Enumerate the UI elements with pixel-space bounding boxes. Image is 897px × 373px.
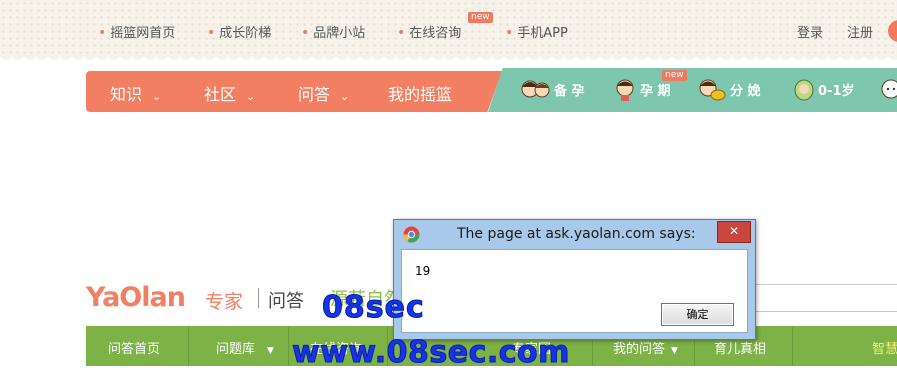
bullet-dot-icon: •: [207, 25, 216, 41]
login-link[interactable]: 登录: [797, 22, 823, 41]
caret-down-icon: ▼: [671, 346, 678, 356]
toplink-brand[interactable]: • 品牌小站: [301, 22, 365, 41]
mother-baby-icon: [699, 79, 726, 101]
toplink-consult[interactable]: • 在线咨询: [397, 22, 461, 41]
logo-subtitle: 专家: [205, 291, 244, 313]
toplink-app[interactable]: • 手机APP: [505, 22, 568, 41]
chevron-down-icon: ⌄: [340, 90, 350, 103]
alert-dialog: The page at ask.yaolan.com says: ✕ 19 确定: [393, 219, 756, 340]
stage-pregnancy[interactable]: 孕 期: [640, 80, 671, 99]
dialog-body: 19 确定: [401, 249, 748, 333]
divider: [792, 326, 793, 366]
watermark-logo: 08sec: [322, 290, 425, 326]
stage-prep[interactable]: 备 孕: [554, 80, 585, 99]
new-badge: new: [468, 12, 493, 23]
baby-face-icon: [794, 79, 814, 101]
watermark-url: www.08sec.com: [292, 335, 570, 371]
chrome-icon: [403, 226, 420, 243]
logo-divider: [258, 288, 259, 308]
nav-item-label: 我的摇篮: [388, 85, 453, 104]
dialog-title: The page at ask.yaolan.com says:: [457, 226, 696, 242]
search-input[interactable]: [754, 284, 897, 312]
nav-item-community[interactable]: 社区 ⌄: [204, 81, 255, 105]
subnav-item-library[interactable]: 问题库 ▼: [216, 338, 274, 357]
register-link[interactable]: 注册: [847, 22, 873, 41]
close-button[interactable]: ✕: [717, 221, 751, 243]
toplink-growth-label: 成长阶梯: [219, 26, 272, 41]
subnav-item-truth[interactable]: 育儿真相: [714, 338, 766, 357]
nav-item-knowledge[interactable]: 知识 ⌄: [110, 81, 161, 105]
subnav-item-label: 我的问答: [613, 342, 666, 357]
subnav-item-wisdom[interactable]: 智慧: [872, 338, 897, 357]
bullet-dot-icon: •: [505, 25, 514, 41]
pregnant-face-icon: [616, 79, 634, 101]
nav-item-label: 问答: [298, 85, 331, 104]
stage-0-1[interactable]: 0-1岁: [818, 80, 855, 99]
nav-item-my-yaolan[interactable]: 我的摇篮: [388, 81, 452, 105]
toplink-consult-label: 在线咨询: [409, 26, 462, 41]
stage-delivery[interactable]: 分 娩: [730, 80, 761, 99]
new-badge: new: [662, 70, 687, 81]
toplink-brand-label: 品牌小站: [313, 26, 366, 41]
chevron-down-icon: ⌄: [246, 90, 256, 103]
divider: [188, 326, 189, 366]
subnav-item-my-qa[interactable]: 我的问答 ▼: [613, 338, 678, 357]
subnav-item-label: 问题库: [216, 342, 256, 357]
toplink-home[interactable]: • 摇篮网首页: [98, 22, 175, 41]
subnav-item-home[interactable]: 问答首页: [108, 338, 160, 357]
couple-face-icon: [521, 80, 550, 98]
section-title: 问答: [268, 291, 304, 312]
caret-down-icon: ▼: [267, 346, 274, 356]
nav-item-qa[interactable]: 问答 ⌄: [298, 81, 349, 105]
toplink-home-label: 摇篮网首页: [110, 26, 176, 41]
divider: [288, 326, 289, 366]
chevron-down-icon: ⌄: [152, 90, 162, 103]
bullet-dot-icon: •: [397, 25, 406, 41]
yaolan-logo[interactable]: YaOlan: [86, 282, 186, 313]
toddler-face-icon: [881, 79, 897, 99]
nav-item-label: 知识: [110, 85, 143, 104]
toplink-app-label: 手机APP: [517, 26, 568, 41]
top-bar-wavy-edge: [0, 54, 897, 64]
bullet-dot-icon: •: [301, 25, 310, 41]
ok-button[interactable]: 确定: [661, 303, 734, 326]
dialog-message: 19: [415, 264, 431, 278]
toplink-growth[interactable]: • 成长阶梯: [207, 22, 271, 41]
bullet-dot-icon: •: [98, 25, 107, 41]
nav-item-label: 社区: [204, 85, 237, 104]
